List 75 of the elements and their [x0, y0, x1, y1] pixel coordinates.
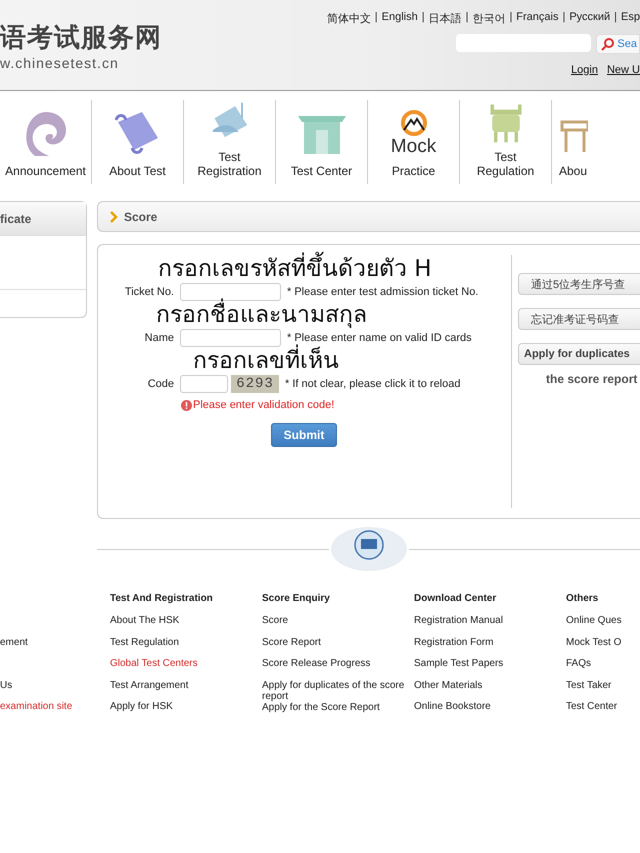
nav-item[interactable]: Test Regulation	[460, 100, 552, 184]
account-link[interactable]: Login	[571, 64, 598, 76]
nav-item[interactable]: About Test	[92, 100, 184, 184]
nav-item[interactable]: Test Registration	[184, 100, 276, 184]
footer-link[interactable]: Registration Form	[414, 636, 566, 658]
language-link[interactable]: 日本語	[428, 11, 462, 26]
error-message: Please enter validation code!	[193, 399, 334, 411]
sidebar-title: ficate	[0, 202, 86, 236]
footer-link[interactable]: Test Arrangement	[110, 680, 262, 701]
field-hint: * Please enter test admission ticket No.	[287, 286, 478, 298]
divider: |	[614, 11, 618, 25]
footer-link[interactable]: examination site	[0, 701, 110, 722]
nav-item[interactable]: Announcement	[0, 100, 92, 184]
query-button[interactable]: Apply for duplicates	[518, 343, 640, 365]
footer-heading: Others	[566, 593, 600, 606]
captcha-image[interactable]: 6293	[231, 375, 279, 393]
nav-item[interactable]: Mock Practice	[368, 100, 460, 184]
footer-heading: Score Enquiry	[262, 593, 331, 606]
divider: |	[466, 11, 468, 25]
divider: |	[374, 11, 378, 25]
footer-link[interactable]: FAQs	[566, 658, 640, 680]
field-hint: * If not clear, please click it to reload	[285, 378, 460, 390]
chevron-icon	[110, 210, 118, 222]
breadcrumb-title: Score	[124, 210, 158, 224]
account-link[interactable]: New U	[606, 64, 640, 76]
footer-link[interactable]: Apply for HSK	[110, 701, 262, 722]
nav-item[interactable]: Test Center	[276, 100, 368, 184]
footer-link[interactable]: Score Release Progress	[262, 658, 414, 680]
footer-link[interactable]: Us	[0, 680, 110, 701]
button-caption: the score report	[545, 372, 638, 386]
footer-link[interactable]: Other Materials	[414, 680, 566, 701]
search-button[interactable]: Sea	[596, 34, 640, 54]
field-label: Ticket No.	[124, 286, 174, 298]
footer-link[interactable]: Test Center	[566, 701, 640, 722]
language-link[interactable]: Русский	[569, 11, 610, 26]
code-field[interactable]	[180, 375, 228, 393]
footer-link[interactable]: Mock Test O	[566, 636, 640, 658]
divider: |	[509, 11, 512, 25]
footer-link[interactable]: Sample Test Papers	[414, 658, 566, 680]
footer-heading: Download Center	[414, 593, 498, 606]
emblem-icon	[328, 525, 408, 573]
search-field[interactable]	[456, 34, 592, 52]
logo-title: 语考试服务网	[0, 22, 162, 55]
footer-link[interactable]: ement	[0, 636, 110, 658]
query-button[interactable]: 忘记准考证号码查	[518, 308, 640, 330]
footer-heading: Test And Registration	[110, 593, 214, 606]
language-link[interactable]: English	[382, 11, 418, 26]
footer-link[interactable]: Test Regulation	[110, 636, 262, 658]
language-link[interactable]: Esp	[621, 11, 640, 26]
field-label: Code	[146, 378, 174, 390]
logo-url: w.chinesetest.cn	[0, 55, 120, 71]
footer-link[interactable]: Registration Manual	[414, 615, 566, 636]
footer-link[interactable]: Online Bookstore	[414, 701, 566, 722]
footer-link[interactable]: Score Report	[262, 636, 414, 658]
footer-link[interactable]: About The HSK	[110, 615, 262, 636]
footer-link[interactable]: Score	[262, 615, 414, 636]
nav-item[interactable]: Abou	[552, 100, 588, 184]
footer-link[interactable]: Online Ques	[566, 615, 640, 636]
divider: |	[562, 11, 566, 25]
footer-link[interactable]: Global Test Centers	[110, 658, 262, 680]
field-label: Name	[144, 332, 174, 344]
submit-button[interactable]: Submit	[271, 423, 337, 447]
language-link[interactable]: Français	[516, 11, 558, 26]
footer-link[interactable]: Apply for the Score Report	[262, 702, 414, 723]
language-link[interactable]: 简体中文	[326, 11, 371, 26]
divider: |	[422, 11, 425, 25]
footer-link[interactable]: Apply for duplicates of the score report	[262, 680, 414, 702]
error-icon	[181, 400, 192, 410]
footer-link[interactable]: Test Taker	[566, 680, 640, 701]
search-icon	[601, 38, 614, 50]
query-button[interactable]: 通过5位考生序号查	[518, 273, 640, 295]
mountain-icon	[398, 110, 428, 136]
mock-logo-text: Mock	[390, 136, 436, 158]
field-hint: * Please enter name on valid ID cards	[287, 332, 472, 344]
language-link[interactable]: 한국어	[472, 11, 506, 26]
